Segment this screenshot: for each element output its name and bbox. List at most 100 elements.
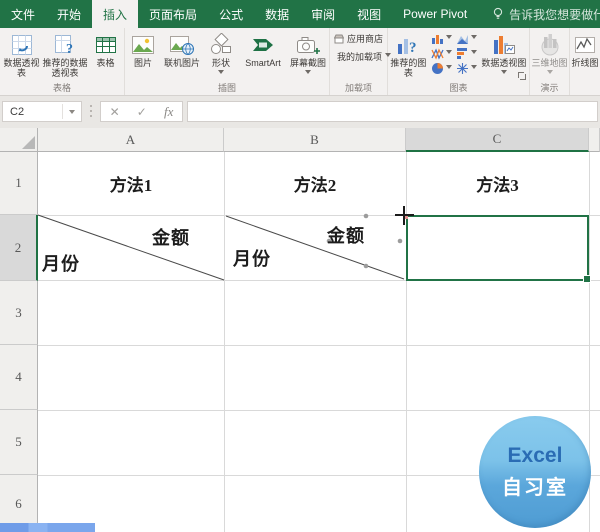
- pivottable-button[interactable]: 数据透视表: [2, 30, 42, 78]
- name-box-caret-icon[interactable]: [69, 110, 75, 117]
- tab-power-pivot[interactable]: Power Pivot: [392, 0, 478, 28]
- screenshot-button[interactable]: 屏幕截图: [288, 30, 328, 77]
- cell-b1[interactable]: 方法2: [224, 152, 406, 215]
- my-addins-label: 我的加载项: [337, 52, 383, 62]
- name-box-separator: [62, 104, 63, 119]
- ribbon-group-sparklines: 折线图: [570, 28, 600, 95]
- sparkline-icon: [573, 31, 597, 58]
- group-label-illustrations: 插图: [217, 83, 236, 93]
- tab-file[interactable]: 文件: [0, 0, 46, 28]
- tab-formulas[interactable]: 公式: [208, 0, 254, 28]
- svg-text:?: ?: [409, 40, 417, 56]
- tab-review[interactable]: 审阅: [300, 0, 346, 28]
- column-header-d-sliver[interactable]: [589, 128, 600, 152]
- smartart-icon: [250, 31, 276, 58]
- row-header-4[interactable]: 4: [0, 345, 38, 410]
- tab-home[interactable]: 开始: [46, 0, 92, 28]
- table-label: 表格: [96, 58, 115, 68]
- row-header-5[interactable]: 5: [0, 410, 38, 475]
- formula-bar-row: C2 ✕ ✓ fx: [0, 96, 600, 128]
- sparkline-line-button[interactable]: 折线图: [570, 30, 600, 68]
- threed-map-button[interactable]: 三维地图: [532, 30, 568, 77]
- group-label-demo: 演示: [540, 83, 559, 93]
- tab-view[interactable]: 视图: [346, 0, 392, 28]
- tab-page-layout[interactable]: 页面布局: [138, 0, 208, 28]
- fill-handle[interactable]: [583, 275, 591, 283]
- cell-b2-month-text: 月份: [233, 249, 271, 269]
- smartart-button[interactable]: SmartArt: [238, 30, 288, 68]
- group-label-addins: 加载项: [344, 83, 372, 93]
- lightbulb-icon: [494, 7, 503, 19]
- cell-a2-month-text: 月份: [42, 254, 80, 274]
- caret-icon: [445, 65, 452, 72]
- recommended-pivottables-label: 推荐的数据透视表: [42, 58, 88, 78]
- pivotchart-caret-icon: [500, 70, 507, 77]
- tab-insert[interactable]: 插入: [92, 0, 139, 28]
- recommended-charts-button[interactable]: ? 推荐的图表: [388, 30, 429, 78]
- formula-buttons: ✕ ✓ fx: [100, 101, 183, 122]
- cell-a1[interactable]: 方法1: [38, 152, 224, 215]
- smartart-label: SmartArt: [245, 58, 281, 68]
- column-header-a[interactable]: A: [38, 128, 224, 152]
- shapes-button[interactable]: 形状: [204, 30, 238, 77]
- caret-icon: [470, 65, 477, 72]
- row-header-1[interactable]: 1: [0, 152, 38, 215]
- selected-cell-c2[interactable]: [406, 215, 589, 281]
- mini-chart-area-button[interactable]: [456, 32, 477, 45]
- ribbon-tab-bar: 文件 开始 插入 页面布局 公式 数据 审阅 视图 Power Pivot 告诉…: [0, 0, 600, 28]
- column-header-c[interactable]: C: [406, 128, 589, 152]
- recommended-pivottables-button[interactable]: ? 推荐的数据透视表: [42, 30, 89, 78]
- name-box[interactable]: C2: [2, 101, 82, 122]
- pictures-label: 图片: [133, 58, 152, 68]
- table-icon: [94, 31, 118, 58]
- caret-icon: [470, 50, 477, 57]
- chart-type-grid: [431, 32, 477, 75]
- store-label: 应用商店: [347, 34, 384, 44]
- select-all-triangle-icon: [22, 136, 35, 149]
- line-chart-icon: [431, 48, 444, 60]
- mini-chart-line-button[interactable]: [431, 47, 452, 60]
- pivottable-icon: [9, 31, 35, 58]
- my-addins-button[interactable]: 我的加载项: [334, 49, 392, 64]
- crosshair-cursor-dot: [405, 216, 408, 219]
- tab-data[interactable]: 数据: [254, 0, 300, 28]
- select-all-corner[interactable]: [0, 128, 38, 152]
- watermark-subtitle: 自习室: [502, 477, 568, 499]
- formula-input[interactable]: [187, 101, 598, 122]
- mini-chart-pie-button[interactable]: [431, 62, 452, 75]
- pictures-button[interactable]: 图片: [126, 30, 160, 68]
- pivotchart-button[interactable]: 数据透视图: [479, 30, 529, 77]
- recommended-charts-label: 推荐的图表: [390, 58, 427, 78]
- mini-chart-scatter-button[interactable]: [456, 62, 477, 75]
- pivottable-label: 数据透视表: [3, 58, 40, 78]
- tell-me-box[interactable]: 告诉我您想要做什么...: [492, 0, 600, 28]
- cancel-button[interactable]: ✕: [110, 105, 120, 119]
- charts-dialog-launcher[interactable]: [517, 71, 527, 81]
- area-chart-icon: [456, 35, 468, 44]
- threed-map-caret-icon: [546, 70, 553, 77]
- group-label-tables: 表格: [52, 83, 71, 93]
- mini-chart-column-button[interactable]: [431, 32, 452, 45]
- caret-icon: [445, 50, 452, 57]
- row-header-3[interactable]: 3: [0, 281, 38, 345]
- ribbon-group-tables: 数据透视表 ? 推荐的数据透视表 表格 表格: [0, 28, 125, 95]
- caret-icon: [445, 35, 452, 42]
- video-progress-bar: [0, 523, 95, 532]
- table-button[interactable]: 表格: [89, 30, 123, 68]
- threed-map-icon: [538, 31, 562, 58]
- screenshot-dropdown-caret-icon: [305, 70, 311, 77]
- online-pictures-button[interactable]: 联机图片: [160, 30, 204, 68]
- pivotchart-icon: [491, 31, 517, 58]
- column-header-b[interactable]: B: [224, 128, 406, 152]
- shape-handle-dot: [397, 238, 403, 244]
- insert-function-button[interactable]: fx: [164, 104, 173, 120]
- cell-c1[interactable]: 方法3: [406, 152, 589, 215]
- group-label-charts: 图表: [449, 83, 468, 93]
- row-header-2[interactable]: 2: [0, 215, 38, 281]
- pie-chart-icon: [431, 63, 443, 74]
- watermark-title: Excel: [507, 444, 563, 467]
- mini-chart-bar-button[interactable]: [456, 47, 477, 60]
- store-button[interactable]: 应用商店: [334, 31, 387, 46]
- formula-bar-grip[interactable]: [90, 105, 92, 107]
- enter-button[interactable]: ✓: [137, 105, 147, 119]
